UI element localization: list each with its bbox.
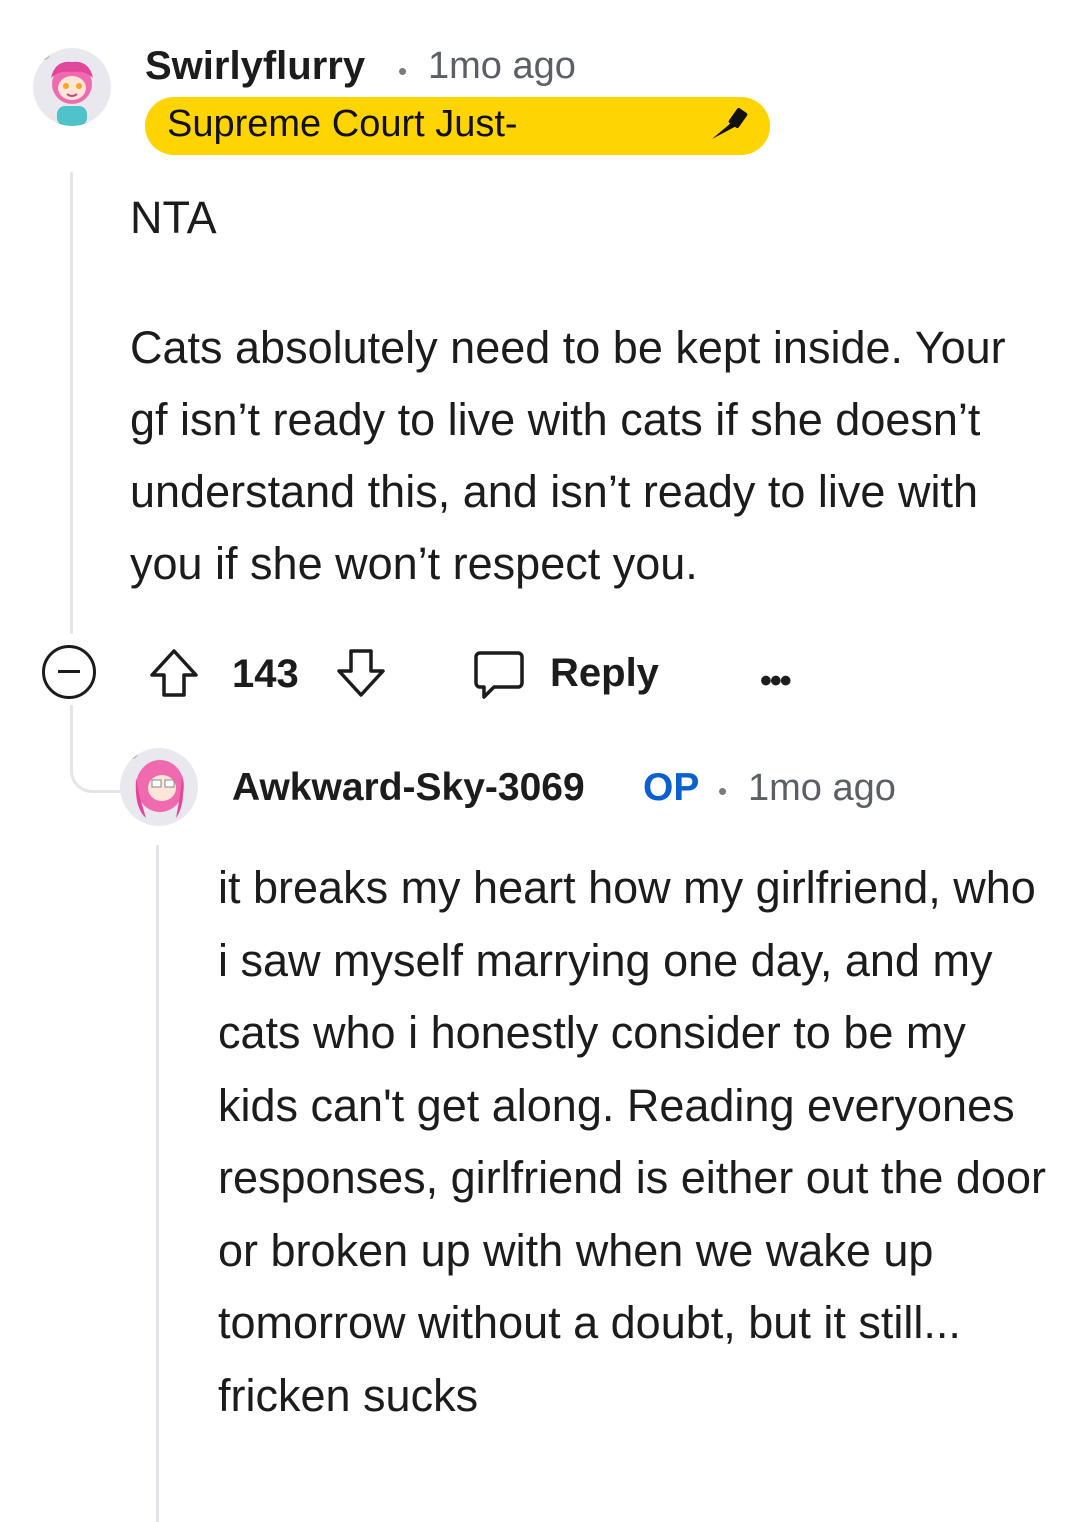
speech-bubble-icon[interactable] [470,645,528,703]
separator-dot: • [398,56,408,86]
snoo-avatar-icon [120,748,198,826]
arrow-down-icon[interactable] [333,645,389,701]
comment-timestamp: 1mo ago [428,45,576,87]
flair-text: Supreme Court Just- [167,103,518,145]
comment-paragraph: NTA [130,192,217,243]
avatar[interactable] [33,48,111,126]
reply-paragraph: it breaks my heart how my girlfriend, wh… [218,862,1046,1421]
op-badge: OP [643,766,700,809]
snoo-avatar-icon [33,48,111,126]
thread-line [70,172,73,634]
comment-body: NTA Cats absolutely need to be kept insi… [130,182,1050,600]
comment-paragraph: Cats absolutely need to be kept inside. … [130,322,1006,589]
vote-count: 143 [232,652,299,696]
ellipsis-icon[interactable]: ••• [760,662,792,701]
reply-username[interactable]: Awkward-Sky-3069 [232,766,585,810]
reply-thread-line [156,845,159,1522]
gavel-icon [712,107,748,139]
separator-dot: • [718,776,728,806]
arrow-up-icon[interactable] [146,645,202,701]
reply-body: it breaks my heart how my girlfriend, wh… [218,852,1058,1432]
thread-connector [70,740,121,793]
reply-button[interactable]: Reply [550,651,659,696]
reply-timestamp: 1mo ago [748,767,896,809]
comment-username[interactable]: Swirlyflurry [145,44,365,89]
minus-circle-icon[interactable] [42,645,96,699]
avatar[interactable] [120,748,198,826]
user-flair: Supreme Court Just- [145,97,770,155]
